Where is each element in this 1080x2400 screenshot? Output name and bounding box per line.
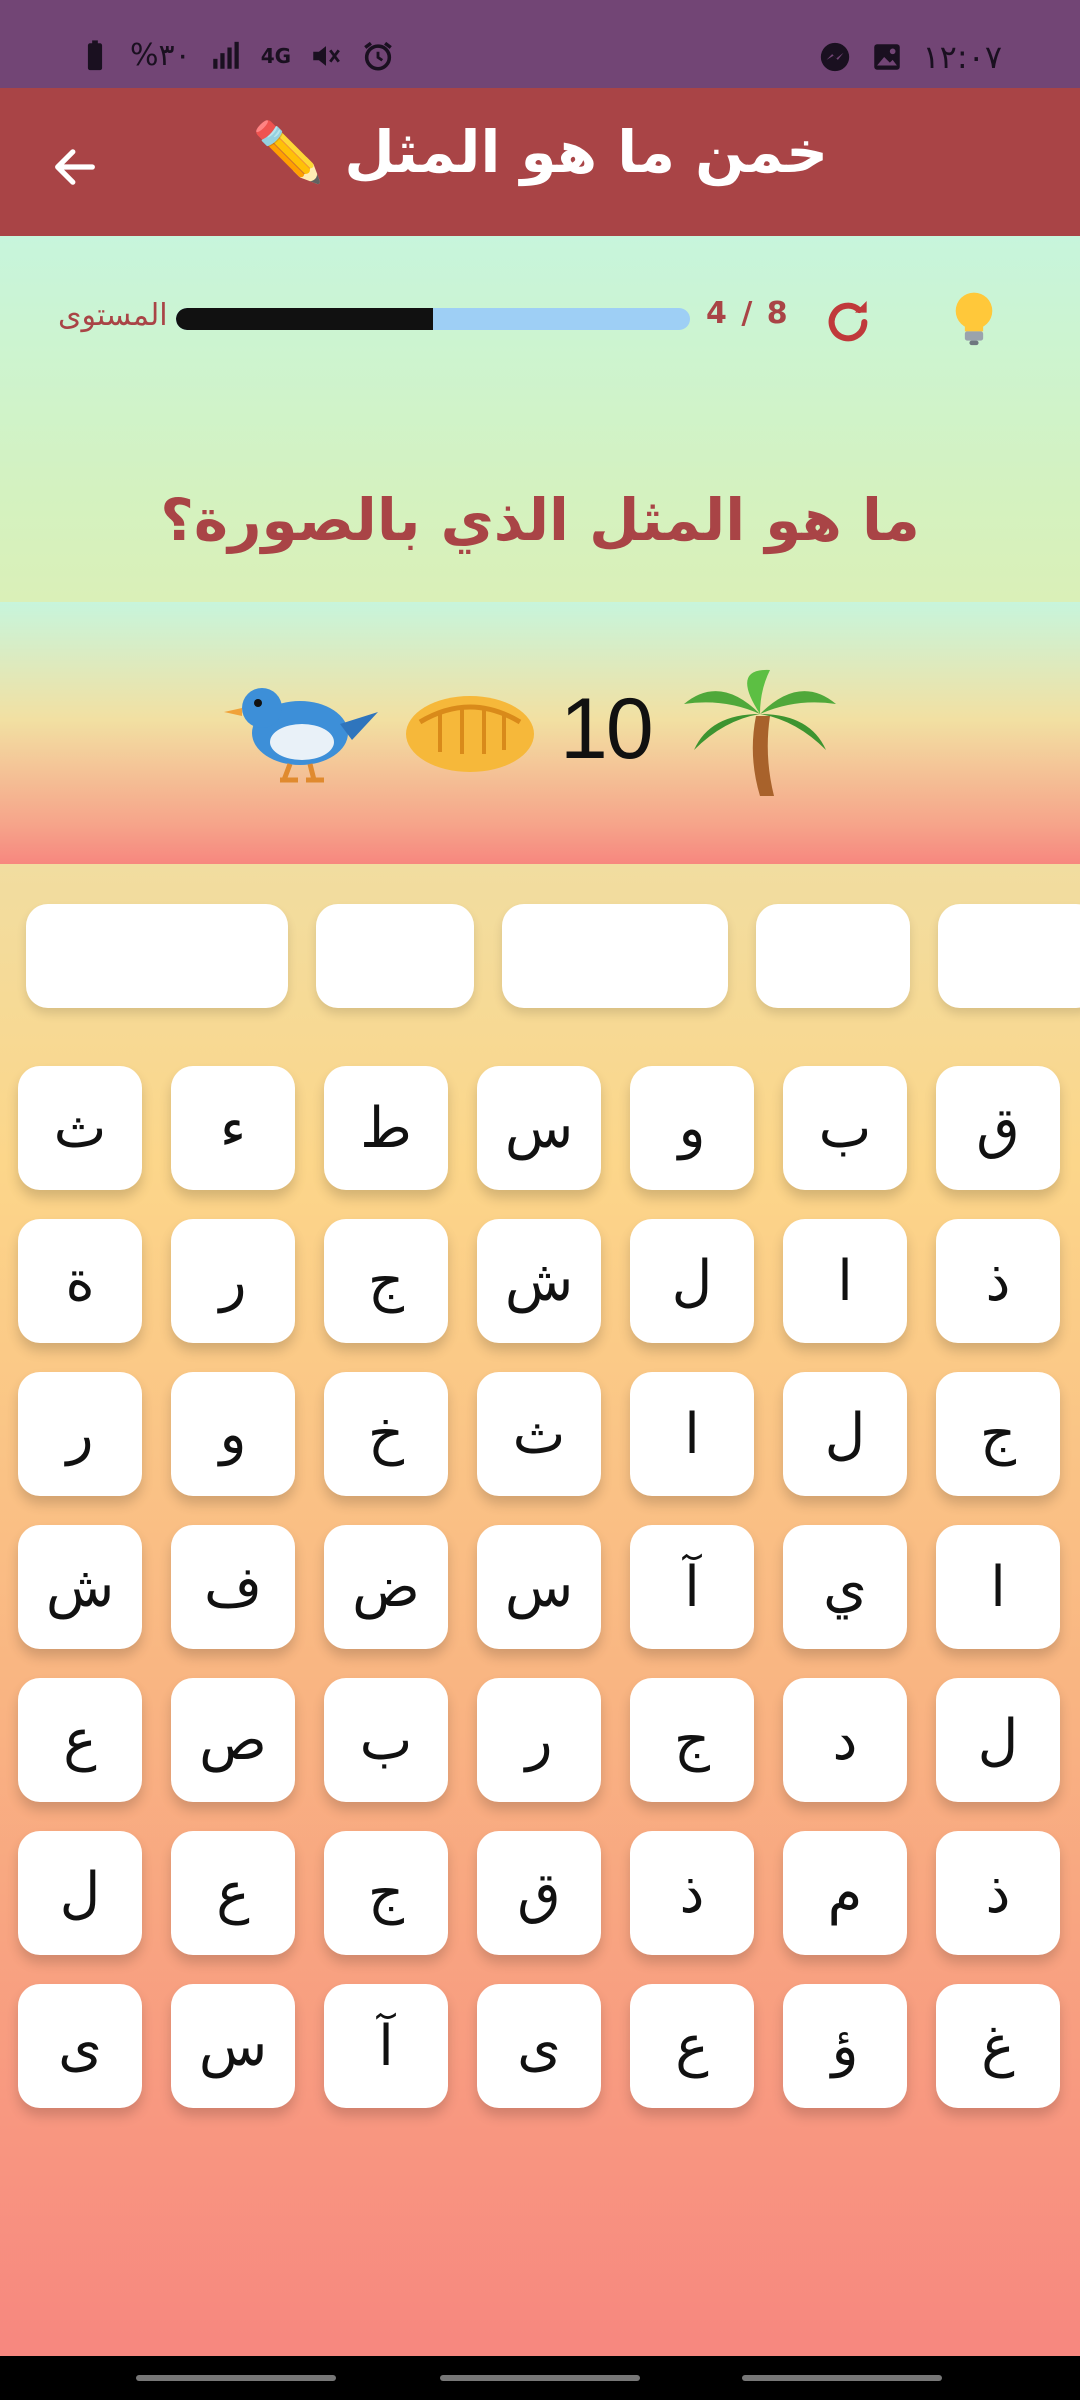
letter-key[interactable]: ش: [477, 1219, 601, 1343]
letter-key[interactable]: ر: [18, 1372, 142, 1496]
level-header: المستوى 4 / 8 ما هو المثل الذي بالصورة؟: [0, 236, 1080, 602]
letter-key[interactable]: ب: [324, 1678, 448, 1802]
network-4g-icon: 4G: [260, 43, 292, 68]
game-board: قبوسطءثذالشجرةجلاثخورايآسضفشلدجربصعذمذقج…: [0, 864, 1080, 2356]
letter-key[interactable]: ف: [171, 1525, 295, 1649]
app-bar: خمن ما هو المثل ✏️: [0, 88, 1080, 236]
letter-key[interactable]: ق: [477, 1831, 601, 1955]
bird-icon: [224, 688, 378, 783]
letter-key[interactable]: ط: [324, 1066, 448, 1190]
letter-key[interactable]: س: [477, 1066, 601, 1190]
status-left: %٣٠ 4G: [78, 38, 395, 73]
letter-key[interactable]: ذ: [936, 1219, 1060, 1343]
letter-key[interactable]: ث: [18, 1066, 142, 1190]
letter-key[interactable]: ة: [18, 1219, 142, 1343]
level-count: 4 / 8: [706, 296, 790, 331]
letter-key[interactable]: س: [477, 1525, 601, 1649]
answer-slot[interactable]: [316, 904, 474, 1008]
status-right: ١٢:٠٧: [818, 38, 1002, 76]
level-progress-fill: [176, 308, 433, 330]
letter-key[interactable]: آ: [324, 1984, 448, 2108]
answer-slot[interactable]: [26, 904, 288, 1008]
letter-key[interactable]: آ: [630, 1525, 754, 1649]
clock: ١٢:٠٧: [922, 38, 1002, 76]
letter-key[interactable]: ذ: [936, 1831, 1060, 1955]
signal-icon: [213, 41, 239, 69]
page-title: خمن ما هو المثل ✏️: [251, 118, 829, 186]
letter-key[interactable]: د: [783, 1678, 907, 1802]
refresh-icon: [828, 301, 868, 342]
emoji-row: 10: [220, 669, 860, 796]
letter-key[interactable]: ع: [171, 1831, 295, 1955]
letter-key[interactable]: ج: [324, 1831, 448, 1955]
hint-button[interactable]: [946, 288, 1002, 352]
messenger-icon: [821, 42, 850, 72]
letter-key[interactable]: ع: [18, 1678, 142, 1802]
letter-key[interactable]: ى: [477, 1984, 601, 2108]
letter-key[interactable]: و: [630, 1066, 754, 1190]
letter-key[interactable]: ج: [936, 1372, 1060, 1496]
gallery-icon: [874, 44, 901, 70]
letter-key[interactable]: غ: [936, 1984, 1060, 2108]
letter-key[interactable]: ع: [630, 1984, 754, 2108]
letter-key[interactable]: س: [171, 1984, 295, 2108]
question-text: ما هو المثل الذي بالصورة؟: [160, 486, 920, 554]
palm-tree-icon: [684, 669, 836, 796]
letter-key[interactable]: ل: [630, 1219, 754, 1343]
letter-key[interactable]: ث: [477, 1372, 601, 1496]
letter-key[interactable]: م: [783, 1831, 907, 1955]
letter-key[interactable]: ش: [18, 1525, 142, 1649]
refresh-button[interactable]: [820, 294, 876, 350]
letter-key[interactable]: ب: [783, 1066, 907, 1190]
answer-slot[interactable]: [502, 904, 728, 1008]
letter-key[interactable]: ر: [477, 1678, 601, 1802]
answer-slot[interactable]: [756, 904, 910, 1008]
letter-key[interactable]: ا: [936, 1525, 1060, 1649]
status-bar: %٣٠ 4G ١٢:٠٧: [0, 0, 1080, 88]
letter-key[interactable]: ج: [630, 1678, 754, 1802]
letter-key[interactable]: ل: [18, 1831, 142, 1955]
letter-key[interactable]: ا: [783, 1219, 907, 1343]
letter-key[interactable]: ي: [783, 1525, 907, 1649]
battery-icon: [87, 39, 103, 70]
letter-key[interactable]: ق: [936, 1066, 1060, 1190]
picture-number: 10: [560, 681, 654, 777]
letter-key[interactable]: و: [171, 1372, 295, 1496]
letter-key[interactable]: ر: [171, 1219, 295, 1343]
letter-key[interactable]: ل: [783, 1372, 907, 1496]
nav-handle[interactable]: [440, 2375, 640, 2381]
alarm-icon: [364, 41, 392, 71]
answer-slot[interactable]: [938, 904, 1080, 1008]
nav-handle[interactable]: [742, 2375, 942, 2381]
battery-percent: %٣٠: [130, 38, 191, 73]
letter-key[interactable]: ل: [936, 1678, 1060, 1802]
letter-key[interactable]: ج: [324, 1219, 448, 1343]
puzzle-picture: 10: [0, 602, 1080, 864]
letter-key[interactable]: ذ: [630, 1831, 754, 1955]
letter-key[interactable]: ا: [630, 1372, 754, 1496]
level-progress-bar: [176, 308, 690, 330]
letter-key[interactable]: خ: [324, 1372, 448, 1496]
level-label: المستوى: [58, 298, 168, 333]
mute-icon: [313, 45, 340, 66]
system-nav-bar: [0, 2356, 1080, 2400]
letter-key[interactable]: ؤ: [783, 1984, 907, 2108]
letter-key[interactable]: ص: [171, 1678, 295, 1802]
letter-key[interactable]: ى: [18, 1984, 142, 2108]
lightbulb-icon: [955, 292, 993, 346]
letter-key[interactable]: ض: [324, 1525, 448, 1649]
fist-icon: [406, 696, 534, 772]
letter-key[interactable]: ء: [171, 1066, 295, 1190]
nav-handle[interactable]: [136, 2375, 336, 2381]
